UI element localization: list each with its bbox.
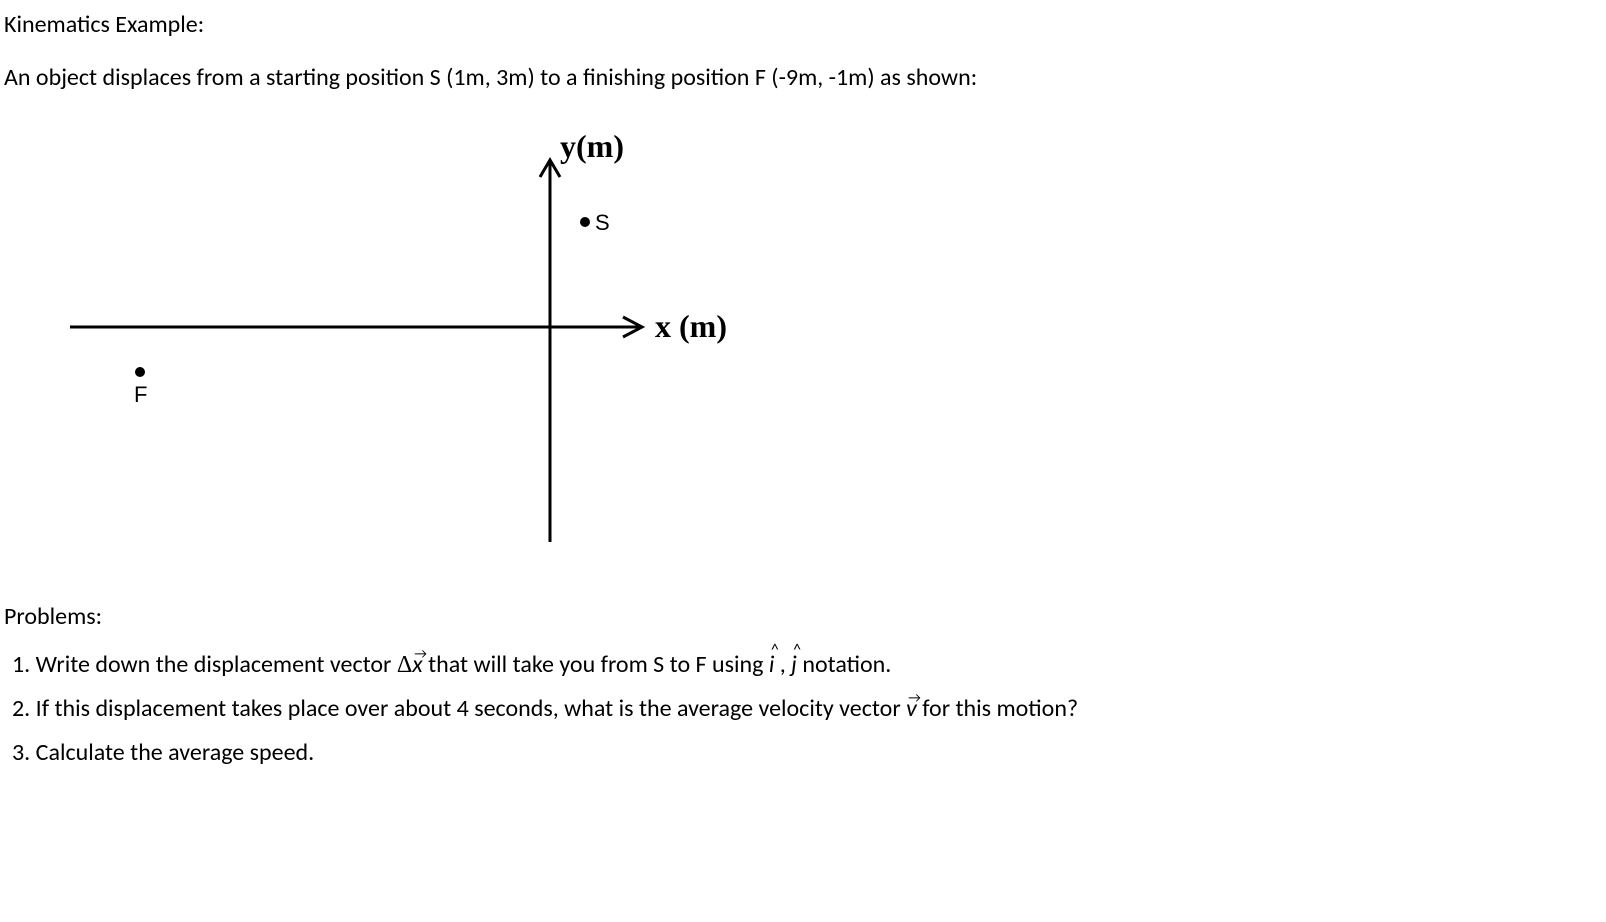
arrow-icon: → — [414, 643, 427, 664]
arrow-icon: → — [908, 687, 921, 708]
problem-3: 3. Calculate the average speed. — [12, 735, 1606, 771]
unit-vector-j: ^j — [791, 647, 797, 683]
problem-2: 2. If this displacement takes place over… — [12, 691, 1606, 727]
diagram-container: y(m) x (m) S F — [0, 122, 1606, 562]
y-axis-label: y(m) — [560, 128, 624, 165]
problem-text: If this displacement takes place over ab… — [36, 694, 906, 723]
x-axis-label: x (m) — [655, 308, 727, 345]
problem-num: 1. — [12, 650, 30, 679]
problems-list: 1. Write down the displacement vector Δ→… — [0, 647, 1606, 771]
problem-text: that will take you from S to F using — [423, 650, 769, 679]
hat-icon: ^ — [793, 639, 801, 663]
problem-text: for this motion? — [917, 694, 1078, 723]
point-s-dot — [580, 217, 590, 227]
point-s-label: S — [595, 210, 610, 236]
point-f-label: F — [134, 382, 147, 408]
problems-heading: Problems: — [0, 602, 1606, 631]
problem-text: Write down the displacement vector — [36, 650, 397, 679]
problem-text: Calculate the average speed. — [36, 738, 315, 767]
unit-vector-i: ^i — [769, 647, 775, 683]
problem-text: notation. — [797, 650, 891, 679]
hat-icon: ^ — [771, 639, 779, 663]
coordinate-diagram: y(m) x (m) S F — [70, 122, 770, 562]
point-f-dot — [135, 367, 145, 377]
vector-v: →v — [906, 691, 917, 727]
delta-symbol: Δ — [397, 652, 412, 678]
title: Kinematics Example: — [0, 10, 1606, 39]
problem-num: 3. — [12, 738, 30, 767]
problem-1: 1. Write down the displacement vector Δ→… — [12, 647, 1606, 683]
intro-text: An object displaces from a starting posi… — [0, 63, 1606, 92]
problem-num: 2. — [12, 694, 30, 723]
vector-x: →x — [412, 647, 422, 683]
